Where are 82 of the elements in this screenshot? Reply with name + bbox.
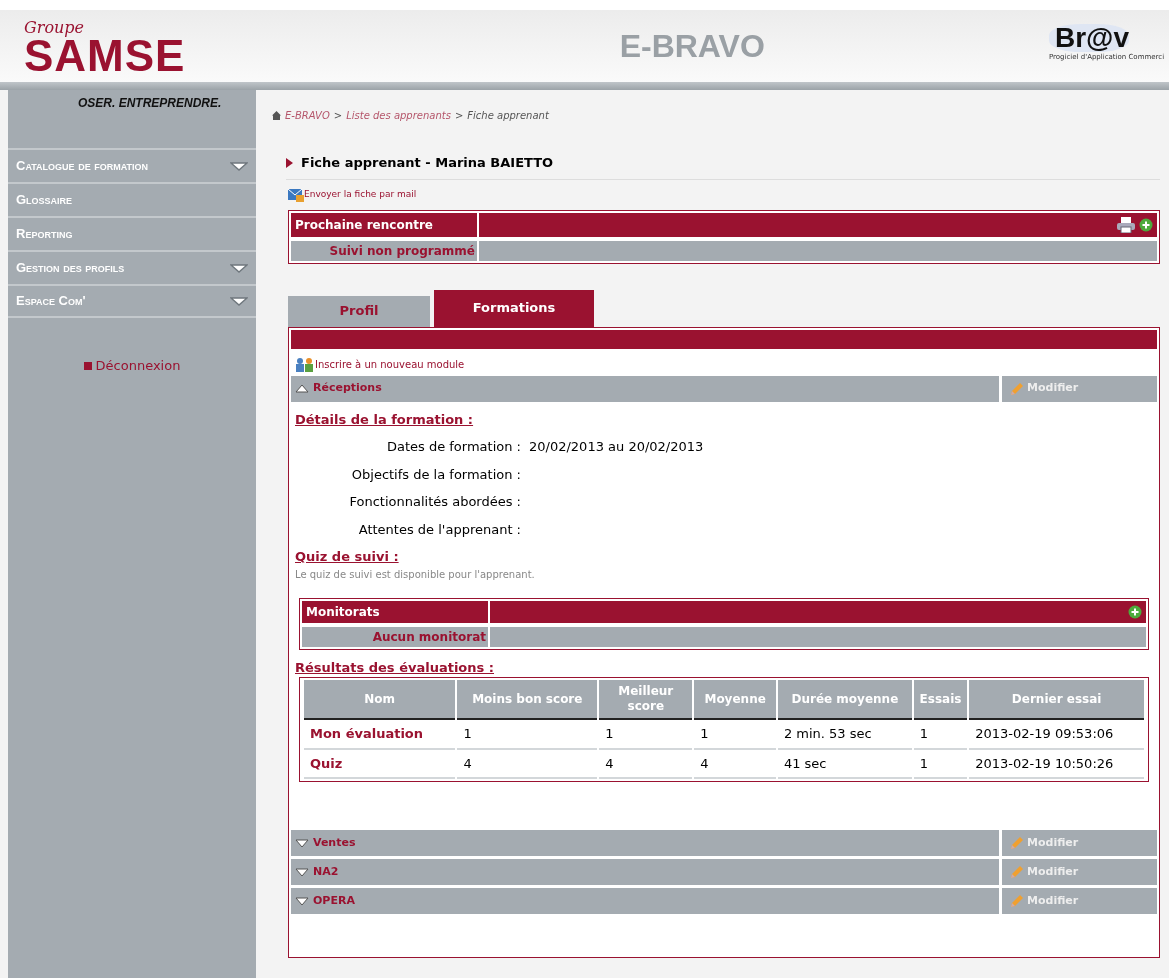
- table-cell: 2013-02-19 10:50:26: [969, 749, 1144, 779]
- breadcrumb-separator: >: [333, 109, 343, 123]
- pencil-icon: [1008, 894, 1023, 908]
- field-label: Fonctionnalités abordées :: [348, 493, 521, 511]
- module-toggle[interactable]: Réceptions: [291, 375, 999, 402]
- partner-logo: Br@v: [1049, 24, 1129, 52]
- column-header: Nom: [304, 680, 456, 720]
- section-heading: Quiz de suivi :: [295, 548, 400, 566]
- enroll-link[interactable]: Inscrire à un nouveau module: [315, 356, 465, 372]
- sidebar-item[interactable]: Espace Com': [8, 284, 256, 318]
- table-cell: 4: [457, 749, 598, 779]
- pencil-icon: [1008, 381, 1023, 396]
- page-title: Fiche apprenant - Marina BAIETTO: [301, 154, 554, 172]
- table-cell: 2013-02-19 09:53:06: [969, 720, 1144, 750]
- module-toggle[interactable]: OPERA: [291, 888, 999, 914]
- column-header: Meilleur score: [599, 680, 693, 720]
- table-cell: 1: [913, 720, 968, 750]
- tab[interactable]: Formations: [434, 289, 594, 327]
- mail-link[interactable]: Envoyer la fiche par mail: [304, 188, 417, 202]
- status-text: Aucun monitorat: [372, 628, 486, 646]
- table-cell: 1: [913, 749, 968, 779]
- add-icon[interactable]: [1128, 604, 1142, 619]
- field-value: 20/02/2013 au 20/02/2013: [528, 438, 704, 456]
- status-text: Suivi non programmé: [329, 242, 475, 260]
- table-cell: 1: [599, 720, 693, 750]
- column-header: Moins bon score: [457, 680, 598, 720]
- sidebar-item[interactable]: Gestion des profils: [8, 250, 256, 284]
- column-header: Dernier essai: [969, 680, 1144, 720]
- field-label: Dates de formation :: [385, 438, 521, 456]
- edit-button[interactable]: Modifier: [1002, 375, 1157, 402]
- table-cell: 2 min. 53 sec: [777, 720, 912, 750]
- edit-button[interactable]: Modifier: [1002, 859, 1157, 885]
- expand-triangle-icon: [295, 838, 309, 848]
- logout-link[interactable]: Déconnexion: [95, 356, 181, 376]
- print-icon[interactable]: [1117, 216, 1135, 233]
- field-label: Attentes de l'apprenant :: [357, 520, 521, 539]
- table-cell: 4: [694, 749, 776, 779]
- table-cell: 41 sec: [777, 749, 912, 779]
- edit-button[interactable]: Modifier: [1002, 830, 1157, 856]
- table-header: Monitorats: [302, 600, 488, 623]
- expand-triangle-icon: [295, 867, 309, 877]
- square-bullet-icon: [83, 361, 92, 370]
- info-text: Le quiz de suivi est disponible pour l'apprenant.: [295, 567, 536, 582]
- module-toggle[interactable]: NA2: [291, 859, 999, 885]
- sidebar-item[interactable]: Catalogue de formation: [8, 148, 256, 182]
- module-toggle[interactable]: Ventes: [291, 830, 999, 856]
- caret-icon: [230, 160, 248, 172]
- column-header: Moyenne: [694, 680, 776, 720]
- evaluation-link[interactable]: Quiz: [304, 749, 456, 779]
- people-icon[interactable]: [295, 356, 315, 372]
- breadcrumb-current: Fiche apprenant: [467, 109, 549, 123]
- logo-text: SAMSE: [24, 36, 186, 76]
- breadcrumb-link[interactable]: E-BRAVO: [285, 108, 330, 123]
- tab[interactable]: Profil: [288, 295, 430, 327]
- sidebar-item[interactable]: Reporting: [8, 216, 256, 250]
- table-cell: 1: [457, 720, 598, 750]
- column-header: Essais: [913, 680, 968, 720]
- slogan-text: OSER. ENTREPRENDRE.: [78, 95, 222, 112]
- caret-icon: [230, 295, 248, 307]
- home-icon[interactable]: [272, 111, 281, 120]
- section-heading: Résultats des évaluations :: [295, 658, 495, 677]
- breadcrumb-link[interactable]: Liste des apprenants: [346, 108, 451, 123]
- pencil-icon: [1008, 865, 1023, 879]
- evaluation-link[interactable]: Mon évaluation: [304, 720, 456, 750]
- sidebar-item[interactable]: Glossaire: [8, 182, 256, 216]
- collapse-triangle-icon: [295, 384, 309, 393]
- section-heading: Détails de la formation :: [295, 410, 475, 429]
- caret-icon: [230, 262, 248, 274]
- pencil-icon: [1008, 836, 1023, 850]
- table-cell: 1: [694, 720, 776, 750]
- mail-icon[interactable]: [288, 187, 304, 202]
- expand-triangle-icon: [295, 896, 309, 906]
- table-header: Prochaine rencontre: [291, 212, 477, 237]
- table-cell: 4: [599, 749, 693, 779]
- column-header: Durée moyenne: [777, 680, 912, 720]
- add-icon[interactable]: [1139, 217, 1153, 232]
- edit-button[interactable]: Modifier: [1002, 888, 1157, 914]
- app-title: E-BRAVO: [618, 27, 766, 66]
- field-label: Objectifs de la formation :: [350, 465, 521, 484]
- breadcrumb-separator: >: [454, 109, 464, 123]
- logo-text: Groupe: [24, 20, 86, 37]
- triangle-bullet-icon: [286, 157, 293, 168]
